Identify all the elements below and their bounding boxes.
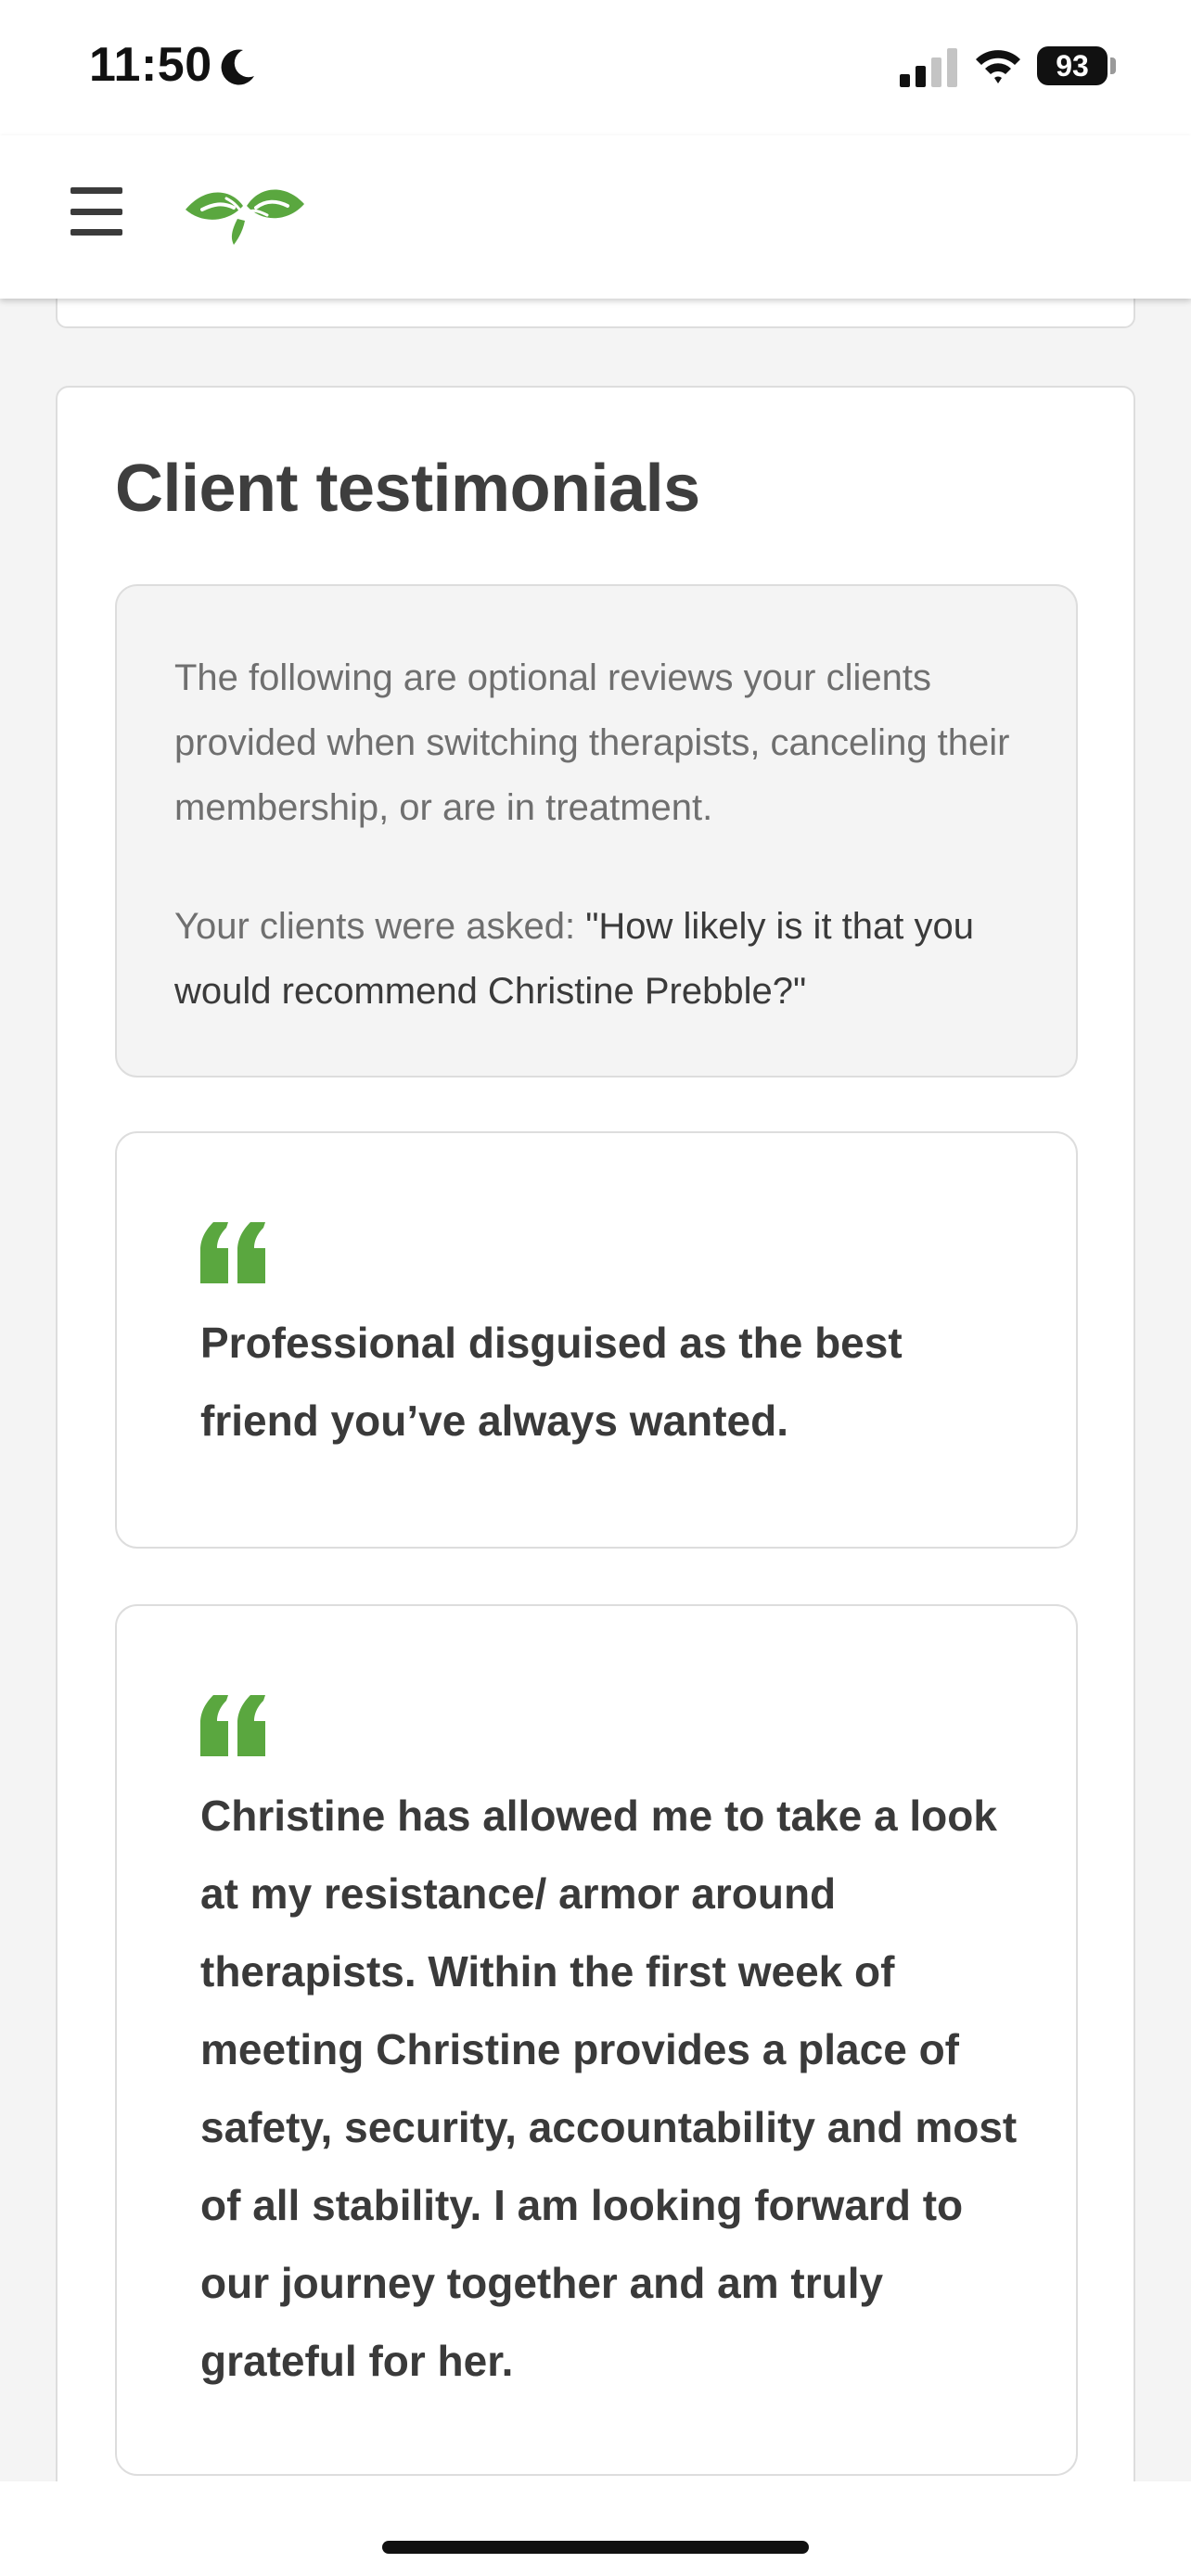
home-indicator-area — [0, 2481, 1191, 2576]
status-time: 11:50 — [89, 38, 212, 92]
status-bar: 11:50 93 — [0, 0, 1191, 135]
info-question-prefix: Your clients were asked: — [174, 906, 586, 947]
testimonials-card: Client testimonials The following are op… — [56, 386, 1135, 2576]
testimonial-text: Christine has allowed me to take a look … — [200, 1792, 1018, 2385]
quote-mark-icon — [200, 1695, 265, 1756]
testimonial-text: Professional disguised as the best frien… — [200, 1319, 903, 1445]
section-title: Client testimonials — [115, 452, 700, 526]
battery-cap — [1110, 57, 1116, 74]
quote-mark-icon — [200, 1222, 265, 1283]
leaf-hands-logo[interactable] — [182, 182, 308, 247]
testimonials-info-box: The following are optional reviews your … — [115, 584, 1078, 1078]
testimonial-card: Christine has allowed me to take a look … — [115, 1604, 1078, 2476]
testimonial-card: Professional disguised as the best frien… — [115, 1131, 1078, 1549]
wifi-icon — [976, 50, 1020, 83]
moon-icon — [221, 49, 254, 85]
home-indicator[interactable] — [382, 2541, 809, 2554]
app-header — [0, 135, 1191, 299]
info-question-line: Your clients were asked: "How likely is … — [174, 894, 1018, 1024]
app-screen: 11:50 93 Client testimonials The followi… — [0, 0, 1191, 2576]
cellular-signal-icon — [900, 48, 957, 87]
battery-icon: 93 — [1037, 46, 1108, 85]
hamburger-menu-icon[interactable] — [70, 187, 122, 236]
info-text: The following are optional reviews your … — [174, 657, 1010, 828]
